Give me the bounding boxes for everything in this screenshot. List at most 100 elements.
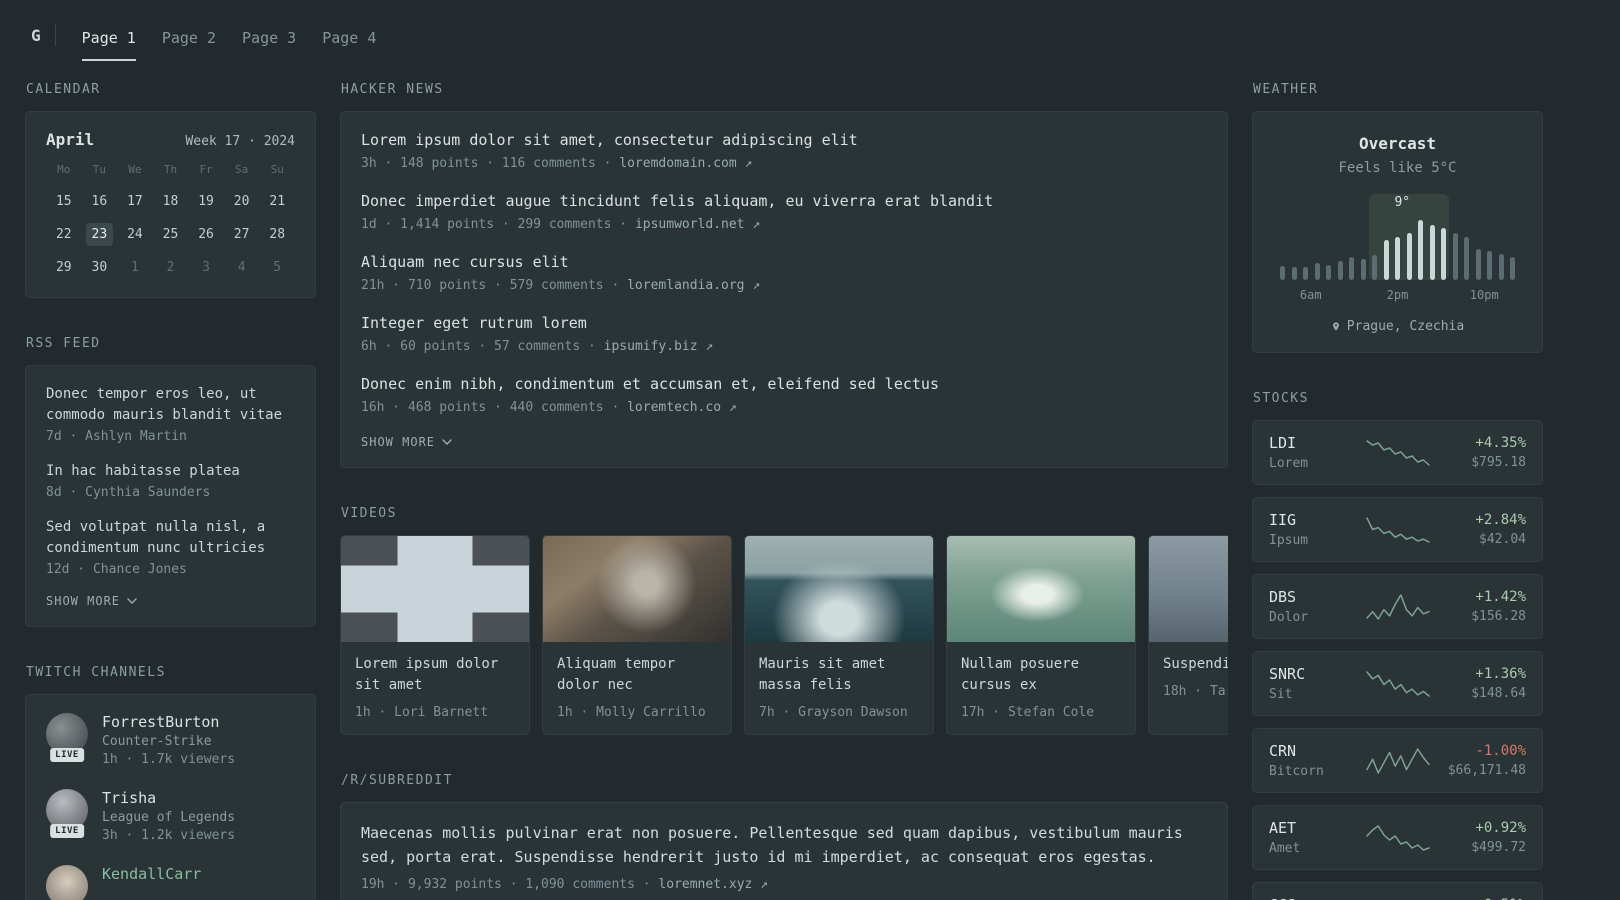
section-title-stocks: STOCKS xyxy=(1253,391,1309,406)
hn-item-meta: 16h · 468 points · 440 comments · loremt… xyxy=(361,400,1207,415)
hn-item-title[interactable]: Donec imperdiet augue tincidunt felis al… xyxy=(361,191,1207,212)
show-more-label: SHOW MORE xyxy=(46,594,121,608)
channel-name[interactable]: KendallCarr xyxy=(102,865,201,883)
calendar-day: 15 xyxy=(55,194,72,209)
weather-bar xyxy=(1383,240,1389,280)
hn-item-title[interactable]: Aliquam nec cursus elit xyxy=(361,252,1207,273)
video-title: Aliquam tempor dolor nec pharetra… xyxy=(557,656,676,693)
external-link-icon: ↗ xyxy=(760,877,768,892)
avatar xyxy=(46,865,88,900)
stock-change: +4.35% xyxy=(1475,435,1526,451)
section-title-hackernews: HACKER NEWS xyxy=(341,82,444,97)
weather-peak-temp: 9° xyxy=(1394,195,1411,210)
hn-item-meta: 21h · 710 points · 579 comments · loreml… xyxy=(361,278,1207,293)
hn-item-title[interactable]: Donec enim nibh, condimentum et accumsan… xyxy=(361,374,1207,395)
weather-bar xyxy=(1487,251,1492,280)
stock-row[interactable]: AET Amet +0.92% $499.72 xyxy=(1252,805,1543,870)
stock-row[interactable]: IIG Ipsum +2.84% $42.04 xyxy=(1252,497,1543,562)
rss-item-title[interactable]: Sed volutpat nulla nisl, a condimentum n… xyxy=(46,517,295,559)
stock-values: +2.84% $42.04 xyxy=(1440,512,1526,547)
twitch-widget: TWITCH CHANNELS LIVE ForrestBurton Count… xyxy=(25,665,316,900)
reddit-domain-link[interactable]: loremnet.xyz ↗ xyxy=(658,877,768,892)
section-title-calendar: CALENDAR xyxy=(26,82,101,97)
stock-id: CCS Consectetur xyxy=(1269,896,1356,900)
stock-change: +1.36% xyxy=(1475,666,1526,682)
calendar-card: April Week 17 · 2024 Mo Tu We Th Fr Sa S… xyxy=(25,111,316,298)
reddit-post-title[interactable]: Maecenas mollis pulvinar erat non posuer… xyxy=(361,821,1207,869)
left-column: CALENDAR April Week 17 · 2024 Mo Tu We T… xyxy=(25,82,316,900)
stock-row[interactable]: CRN Bitcorn -1.00% $66,171.48 xyxy=(1252,728,1543,793)
video-card[interactable]: Aliquam tempor dolor nec pharetra… 1h · … xyxy=(542,535,732,735)
videos-row: Lorem ipsum dolor sit amet consectetu… 1… xyxy=(340,535,1228,735)
stock-sparkline xyxy=(1365,593,1430,621)
channel-viewers: 1h · 1.7k viewers xyxy=(102,752,236,767)
calendar-day: 17 xyxy=(127,194,143,209)
hackernews-card: Lorem ipsum dolor sit amet, consectetur … xyxy=(340,111,1228,468)
stock-row[interactable]: CCS Consectetur +0.51% $165.84 xyxy=(1252,882,1543,900)
tab-page-4[interactable]: Page 4 xyxy=(322,9,376,61)
channel-name[interactable]: ForrestBurton xyxy=(102,713,235,731)
calendar-day: 25 xyxy=(162,227,179,242)
calendar-day-next-month: 2 xyxy=(166,260,175,275)
top-navigation: G Page 1 Page 2 Page 3 Page 4 xyxy=(0,0,1620,70)
video-card[interactable]: Suspendisse diam 18h · Tara xyxy=(1148,535,1228,735)
tab-page-1[interactable]: Page 1 xyxy=(81,9,136,61)
weather-bar xyxy=(1429,225,1435,280)
rss-item[interactable]: Donec tempor eros leo, ut commodo mauris… xyxy=(46,384,295,444)
hn-item-title[interactable]: Integer eget rutrum lorem xyxy=(361,313,1207,334)
rss-item[interactable]: Sed volutpat nulla nisl, a condimentum n… xyxy=(46,517,295,577)
hn-item-domain-link[interactable]: ipsumify.biz ↗ xyxy=(604,339,714,354)
weather-bar xyxy=(1314,263,1320,280)
twitch-channel[interactable]: LIVE Trisha League of Legends 3h · 1.2k … xyxy=(46,789,295,843)
tab-page-2[interactable]: Page 2 xyxy=(162,9,216,61)
stock-row[interactable]: SNRC Sit +1.36% $148.64 xyxy=(1252,651,1543,716)
stock-symbol: IIG xyxy=(1269,511,1297,529)
hn-item-domain-link[interactable]: ipsumworld.net ↗ xyxy=(635,217,760,232)
calendar-header: April Week 17 · 2024 xyxy=(46,130,295,149)
hn-meta-text: 21h · 710 points · 579 comments · xyxy=(361,278,628,293)
weather-card: Overcast Feels like 5°C 9° 6am 2pm 10pm xyxy=(1252,111,1543,353)
hn-item-domain-link[interactable]: loremlandia.org ↗ xyxy=(627,278,760,293)
hackernews-widget: HACKER NEWS Lorem ipsum dolor sit amet, … xyxy=(340,82,1228,468)
channel-name[interactable]: Trisha xyxy=(102,789,235,807)
stock-name: Lorem xyxy=(1269,456,1309,471)
hn-item-domain-link[interactable]: loremtech.co ↗ xyxy=(627,400,737,415)
video-card[interactable]: Nullam posuere cursus ex 17h · Stefan Co… xyxy=(946,535,1136,735)
weather-bar xyxy=(1303,267,1308,280)
stocks-widget: STOCKS LDI Lorem +4.35% $795.18 IIG Ipsu… xyxy=(1252,391,1543,900)
stock-values: +0.92% $499.72 xyxy=(1440,820,1526,855)
stock-price: $499.72 xyxy=(1471,840,1526,855)
stock-change: +2.84% xyxy=(1475,512,1526,528)
rss-card: Donec tempor eros leo, ut commodo mauris… xyxy=(25,365,316,627)
rss-item[interactable]: In hac habitasse platea 8d · Cynthia Sau… xyxy=(46,461,295,500)
weather-bar xyxy=(1326,265,1331,280)
stock-row[interactable]: LDI Lorem +4.35% $795.18 xyxy=(1252,420,1543,485)
channel-info: Trisha League of Legends 3h · 1.2k viewe… xyxy=(102,789,235,843)
hn-item-title[interactable]: Lorem ipsum dolor sit amet, consectetur … xyxy=(361,130,1207,151)
hn-item: Donec enim nibh, condimentum et accumsan… xyxy=(361,374,1207,415)
tab-page-3[interactable]: Page 3 xyxy=(242,9,296,61)
weather-bar xyxy=(1360,259,1366,280)
weather-bar xyxy=(1475,249,1481,280)
twitch-channel[interactable]: LIVE ForrestBurton Counter-Strike 1h · 1… xyxy=(46,713,295,767)
reddit-meta-text: 19h · 9,932 points · 1,090 comments · xyxy=(361,877,659,892)
stock-symbol: CRN xyxy=(1269,742,1297,760)
video-meta: 17h · Stefan Cole xyxy=(961,705,1095,720)
video-title: Suspendisse diam xyxy=(1163,656,1228,672)
avatar-wrap xyxy=(46,865,88,900)
stock-values: +1.42% $156.28 xyxy=(1440,589,1526,624)
video-card[interactable]: Mauris sit amet massa felis 7h · Grayson… xyxy=(744,535,934,735)
hn-item-domain-link[interactable]: loremdomain.com ↗ xyxy=(619,156,752,171)
rss-item-title[interactable]: Donec tempor eros leo, ut commodo mauris… xyxy=(46,384,295,426)
rss-item-title[interactable]: In hac habitasse platea xyxy=(46,461,295,482)
stock-symbol: SNRC xyxy=(1269,665,1306,683)
live-badge: LIVE xyxy=(50,824,84,838)
video-card[interactable]: Lorem ipsum dolor sit amet consectetu… 1… xyxy=(340,535,530,735)
weather-bar xyxy=(1464,237,1469,280)
rss-show-more-button[interactable]: SHOW MORE xyxy=(46,594,295,608)
nav-divider xyxy=(54,24,56,46)
hn-show-more-button[interactable]: SHOW MORE xyxy=(361,435,1207,449)
stock-row[interactable]: DBS Dolor +1.42% $156.28 xyxy=(1252,574,1543,639)
stock-id: CRN Bitcorn xyxy=(1269,742,1356,779)
twitch-channel[interactable]: KendallCarr xyxy=(46,865,295,900)
